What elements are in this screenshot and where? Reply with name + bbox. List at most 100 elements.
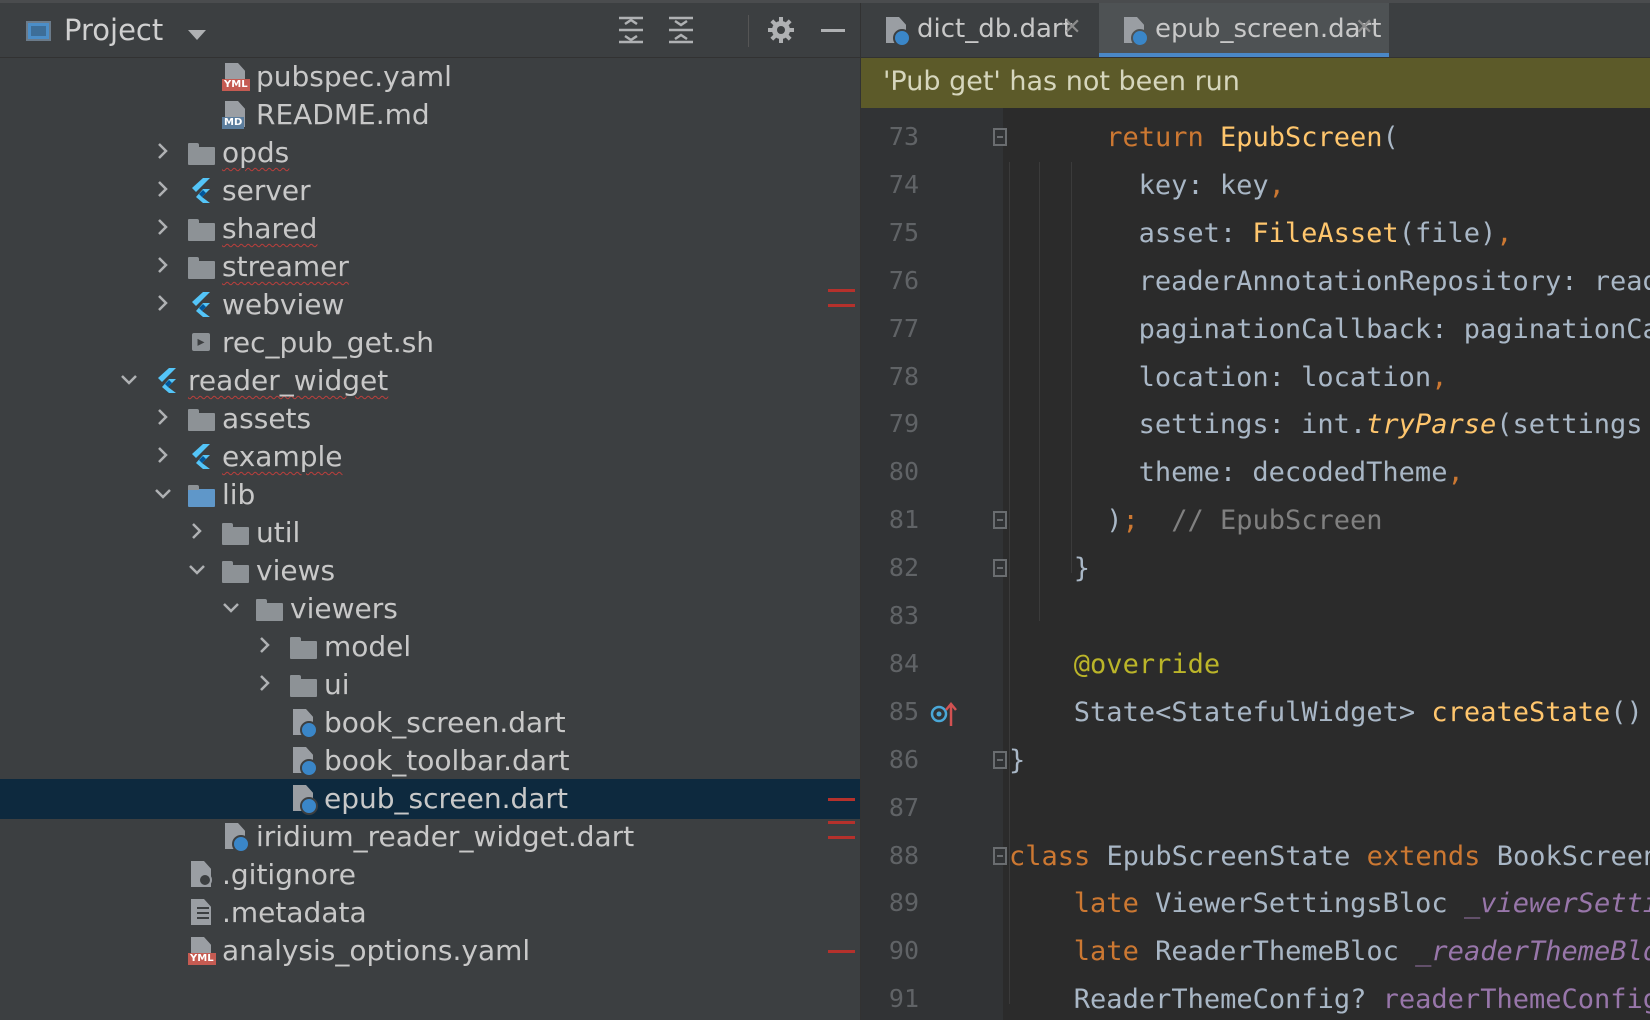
project-view-title[interactable]: Project: [64, 13, 163, 47]
error-stripe-marker[interactable]: [828, 821, 855, 824]
chevron-down-icon[interactable]: [220, 595, 242, 621]
tree-item-views[interactable]: views: [0, 551, 860, 591]
fold-marker-icon[interactable]: [993, 750, 1007, 769]
line-number: 79: [888, 409, 919, 439]
fold-marker-icon[interactable]: [993, 846, 1007, 865]
tree-item-label: ui: [324, 668, 350, 701]
dart-file-icon: [1121, 17, 1149, 47]
banner-message: 'Pub get' has not been run: [883, 66, 1240, 97]
chevron-down-icon[interactable]: [152, 481, 174, 507]
tree-item-metadata[interactable]: .metadata: [0, 893, 860, 933]
tree-item-label: viewers: [290, 592, 398, 625]
chevron-right-icon[interactable]: [152, 215, 174, 241]
expand-all-icon[interactable]: [616, 15, 646, 45]
tree-item-rec-pub-get-sh[interactable]: ▸ rec_pub_get.sh: [0, 323, 860, 363]
line-number: 77: [888, 313, 919, 343]
tree-item-webview[interactable]: webview: [0, 285, 860, 325]
folder-icon: [188, 253, 215, 279]
code-line: return EpubScreen(: [1106, 122, 1399, 153]
chevron-right-icon[interactable]: [152, 291, 174, 317]
tree-item-gitignore[interactable]: .gitignore: [0, 855, 860, 895]
tab-label: dict_db.dart: [917, 14, 1073, 44]
project-tool-window: Project YML pubspec.yaml MD README.md opds se…: [0, 3, 860, 1020]
tree-item-viewers[interactable]: viewers: [0, 589, 860, 629]
close-tab-icon[interactable]: ✕: [1355, 15, 1373, 40]
line-number: 83: [888, 601, 919, 630]
line-number: 78: [888, 361, 919, 391]
code-line: location: location,: [1138, 361, 1448, 393]
tree-item-opds[interactable]: opds: [0, 133, 860, 173]
dart-file-icon: [290, 747, 318, 777]
tree-item-readme-md[interactable]: MD README.md: [0, 95, 860, 135]
fold-marker-icon[interactable]: [993, 559, 1007, 578]
tree-item-iridium-reader-widget-dart[interactable]: iridium_reader_widget.dart: [0, 817, 860, 857]
tree-item-label: assets: [222, 402, 312, 435]
error-stripe-marker[interactable]: [828, 950, 855, 953]
chevron-right-icon[interactable]: [152, 253, 174, 279]
code-line: }: [1009, 744, 1026, 776]
code-line: @override: [1073, 648, 1221, 680]
chevron-right-icon[interactable]: [254, 671, 276, 697]
tree-item-lib[interactable]: lib: [0, 475, 860, 515]
tree-item-label: lib: [222, 478, 256, 511]
line-number: 75: [888, 217, 919, 247]
line-number: 85: [888, 696, 919, 726]
editor-tab-dict-db-dart[interactable]: dict_db.dart ✕: [861, 3, 1097, 57]
chevron-down-icon[interactable]: [186, 557, 208, 583]
gear-icon[interactable]: [766, 15, 796, 45]
error-stripe-marker[interactable]: [828, 289, 855, 292]
close-tab-icon[interactable]: ✕: [1063, 15, 1081, 40]
tree-item-pubspec-yaml[interactable]: YML pubspec.yaml: [0, 57, 860, 97]
chevron-right-icon[interactable]: [152, 443, 174, 469]
tree-item-assets[interactable]: assets: [0, 399, 860, 439]
line-number: 76: [888, 265, 919, 295]
minimize-icon[interactable]: [818, 15, 848, 45]
indent-guide: [1071, 162, 1072, 574]
tree-item-server[interactable]: server: [0, 171, 860, 211]
chevron-right-icon[interactable]: [152, 405, 174, 431]
tree-item-reader-widget[interactable]: reader_widget: [0, 361, 860, 401]
code-line: settings: int.tryParse(settings ?? ''): [1138, 409, 1643, 441]
tree-item-label: .metadata: [222, 896, 367, 929]
chevron-right-icon[interactable]: [254, 633, 276, 659]
fold-marker-icon[interactable]: [993, 511, 1007, 530]
markdown-file-icon: MD: [222, 101, 248, 129]
source-folder-icon: [188, 481, 215, 507]
line-number: 81: [888, 505, 919, 535]
tree-item-label: rec_pub_get.sh: [222, 326, 435, 359]
fold-marker-icon[interactable]: [993, 128, 1007, 146]
tree-item-label: util: [256, 516, 301, 549]
dart-file-icon: [290, 709, 318, 739]
folder-icon: [188, 139, 215, 165]
editor-gutter: 73 74 75 76 77 78 79 80 81 82 83 84 85 86 87 88 89 90 91: [861, 108, 1007, 1020]
tree-item-book-toolbar-dart[interactable]: book_toolbar.dart: [0, 741, 860, 781]
folder-icon: [188, 405, 215, 431]
chevron-right-icon[interactable]: [152, 177, 174, 203]
chevron-right-icon[interactable]: [152, 139, 174, 165]
tree-item-epub-screen-dart[interactable]: epub_screen.dart: [0, 779, 860, 819]
header-separator: [748, 15, 749, 47]
override-method-icon[interactable]: [929, 699, 959, 729]
tree-item-streamer[interactable]: streamer: [0, 247, 860, 287]
tree-item-analysis-options-yaml[interactable]: YML analysis_options.yaml: [0, 931, 860, 971]
code-line: asset: FileAsset(file),: [1138, 217, 1513, 249]
error-stripe-marker[interactable]: [828, 798, 855, 801]
pub-get-warning-banner: 'Pub get' has not been run: [861, 58, 1650, 108]
tree-item-ui[interactable]: ui: [0, 665, 860, 705]
tree-item-example[interactable]: example: [0, 437, 860, 477]
tree-item-shared[interactable]: shared: [0, 209, 860, 249]
flutter-module-icon: [188, 177, 214, 203]
chevron-down-icon[interactable]: [118, 367, 140, 393]
view-selector-chevron-down-icon[interactable]: [188, 30, 206, 40]
tree-item-book-screen-dart[interactable]: book_screen.dart: [0, 703, 860, 743]
editor-tab-bar: dict_db.dart ✕ epub_screen.dart ✕: [861, 3, 1650, 58]
code-line: class EpubScreenState extends BookScreen…: [1009, 840, 1650, 872]
tree-item-model[interactable]: model: [0, 627, 860, 667]
error-stripe-marker[interactable]: [828, 304, 855, 307]
error-stripe-marker[interactable]: [828, 836, 855, 839]
tree-item-util[interactable]: util: [0, 513, 860, 553]
chevron-right-icon[interactable]: [186, 519, 208, 545]
collapse-all-icon[interactable]: [666, 15, 696, 45]
line-number: 86: [888, 744, 919, 774]
editor-tab-epub-screen-dart[interactable]: epub_screen.dart ✕: [1099, 3, 1389, 57]
